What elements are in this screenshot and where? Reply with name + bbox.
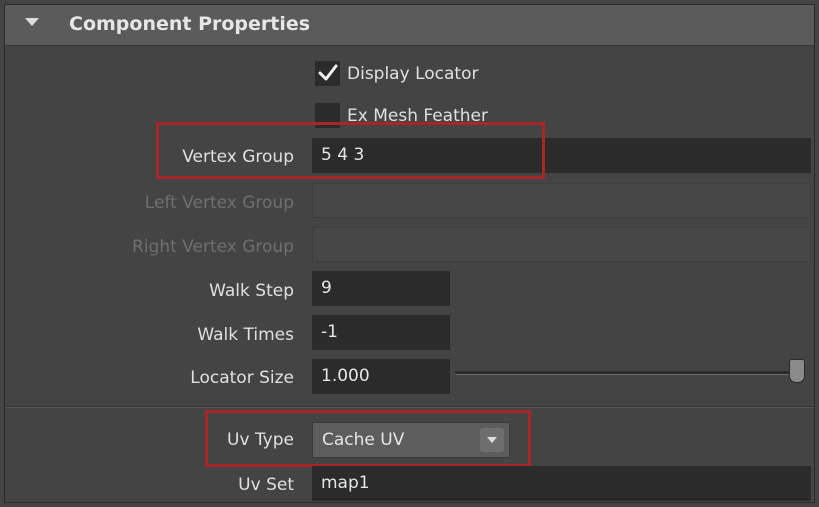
locator-size-label: Locator Size: [190, 368, 294, 388]
vertex-group-highlight-box: [156, 122, 545, 179]
uv-set-field[interactable]: map1: [312, 466, 811, 501]
display-locator-label: Display Locator: [347, 64, 479, 84]
uv-set-label: Uv Set: [238, 475, 294, 495]
section-divider: [5, 406, 814, 408]
walk-times-field[interactable]: -1: [312, 315, 450, 350]
uv-type-highlight-box: [205, 410, 531, 467]
right-vertex-group-label: Right Vertex Group: [132, 237, 294, 257]
section-header[interactable]: Component Properties: [5, 5, 814, 46]
walk-step-field[interactable]: 9: [312, 271, 450, 306]
right-vertex-group-field: [312, 227, 811, 262]
locator-size-slider-track[interactable]: [455, 371, 795, 375]
walk-times-label: Walk Times: [197, 325, 294, 345]
locator-size-slider-handle[interactable]: [789, 359, 805, 383]
walk-step-label: Walk Step: [209, 281, 294, 301]
left-vertex-group-field: [312, 183, 811, 218]
section-title: Component Properties: [69, 13, 311, 35]
locator-size-field[interactable]: 1.000: [312, 359, 450, 394]
attribute-editor-panel: Component Properties Display Locator Ex …: [4, 4, 815, 503]
left-vertex-group-label: Left Vertex Group: [144, 193, 294, 213]
checkmark-icon: [318, 64, 338, 81]
collapse-triangle-icon[interactable]: [25, 18, 39, 26]
display-locator-checkbox[interactable]: [315, 61, 340, 86]
